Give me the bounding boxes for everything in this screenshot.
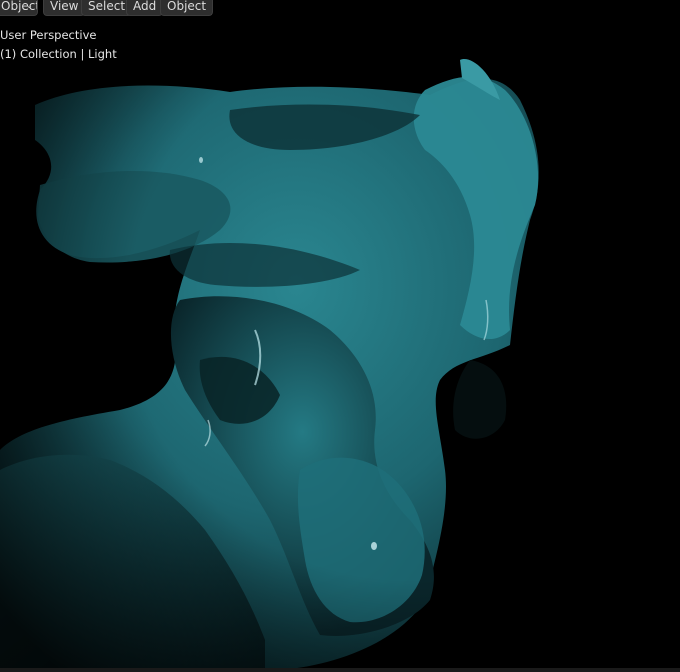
viewport-header: Object Mode ⌄ View Select Add Object: [0, 0, 680, 20]
collection-label: (1) Collection | Light: [0, 47, 117, 61]
chevron-down-icon: ⌄: [25, 1, 33, 11]
view-menu-button[interactable]: View: [43, 0, 86, 16]
mode-dropdown[interactable]: Object Mode ⌄: [0, 0, 38, 16]
sculpture-render: [0, 0, 680, 672]
perspective-label: User Perspective: [0, 28, 97, 42]
3d-viewport[interactable]: Object Mode ⌄ View Select Add Object Use…: [0, 0, 680, 672]
object-menu-button[interactable]: Object: [160, 0, 214, 16]
select-menu-button[interactable]: Select: [81, 0, 133, 16]
add-menu-button[interactable]: Add: [126, 0, 164, 16]
bottom-border: [0, 668, 680, 672]
